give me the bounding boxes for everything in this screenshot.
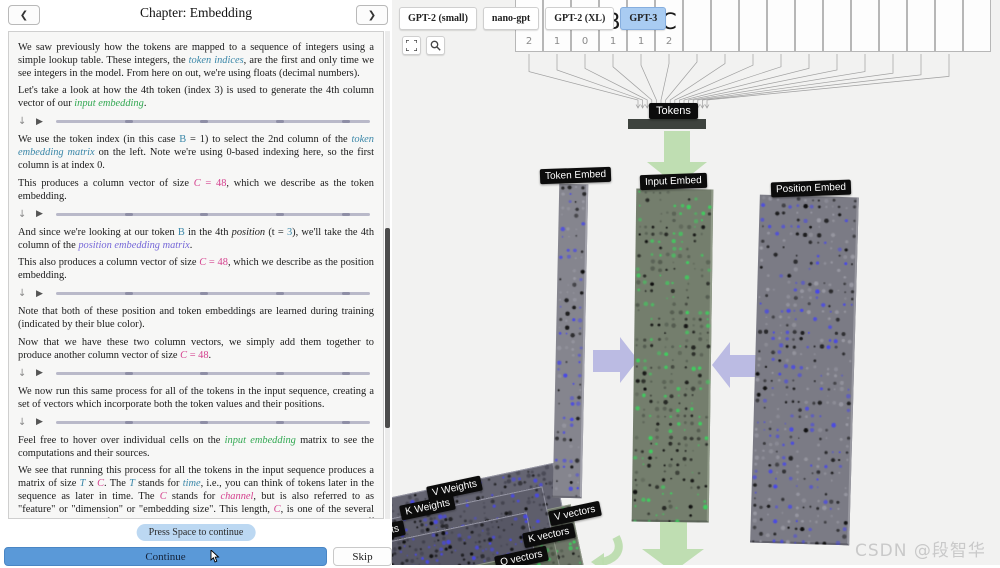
arrow-left-position-embed bbox=[712, 342, 757, 388]
panel-content: We saw previously how the tokens are map… bbox=[18, 41, 375, 519]
model-selector: GPT-2 (small) nano-gpt GPT-2 (XL) GPT-3 bbox=[399, 7, 667, 30]
paragraph: And since we're looking at our token B i… bbox=[18, 226, 375, 251]
animation-player: ↓ ▶ bbox=[18, 287, 374, 300]
animation-player: ↓ ▶ bbox=[18, 367, 374, 380]
position-embed-label: Position Embed bbox=[770, 179, 852, 198]
search-icon bbox=[430, 40, 441, 51]
play-icon[interactable]: ▶ bbox=[36, 209, 56, 219]
paragraph: We use the token index (in this case B =… bbox=[18, 134, 374, 171]
animation-player: ↓ ▶ bbox=[18, 208, 374, 221]
token-embed-label: Token Embed bbox=[539, 166, 612, 185]
fullscreen-button[interactable] bbox=[402, 36, 421, 55]
matrix-dots bbox=[631, 188, 714, 523]
paragraph: Note that both of these position and tok… bbox=[18, 306, 374, 330]
search-button[interactable] bbox=[426, 36, 445, 55]
position-embed-matrix[interactable] bbox=[750, 194, 859, 546]
continue-button[interactable]: Continue bbox=[4, 547, 327, 566]
chapter-text-panel[interactable]: We saw previously how the tokens are map… bbox=[8, 31, 384, 519]
paragraph: This produces a column vector of size C … bbox=[18, 177, 374, 202]
next-chapter-button[interactable]: ❯ bbox=[356, 5, 388, 25]
visualization-scene[interactable]: C2B1A0B1B1C2 Tokens Token Embed Input Em… bbox=[392, 0, 1000, 565]
token-flow-lines bbox=[528, 54, 950, 109]
expand-icon[interactable]: ↓ bbox=[18, 417, 36, 428]
paragraph: We see that running this process for all… bbox=[18, 465, 374, 518]
play-icon[interactable]: ▶ bbox=[36, 417, 56, 427]
arrow-right-token-embed bbox=[593, 337, 638, 383]
expand-icon[interactable]: ↓ bbox=[18, 209, 36, 220]
play-icon[interactable]: ▶ bbox=[36, 289, 56, 299]
expand-icon[interactable]: ↓ bbox=[18, 116, 36, 127]
play-icon[interactable]: ▶ bbox=[36, 117, 56, 127]
expand-icon[interactable]: ↓ bbox=[18, 368, 36, 379]
animation-player: ↓ ▶ bbox=[18, 416, 374, 429]
play-icon[interactable]: ▶ bbox=[36, 368, 56, 378]
input-embed-matrix[interactable] bbox=[631, 188, 714, 523]
page-title: Chapter: Embedding bbox=[139, 5, 253, 20]
fullscreen-icon bbox=[406, 40, 417, 51]
timeline-slider[interactable] bbox=[56, 212, 370, 216]
arrow-down-output bbox=[642, 517, 704, 565]
timeline-slider[interactable] bbox=[56, 292, 370, 295]
arrow-curved-green-head bbox=[591, 553, 604, 565]
model-button-nano-gpt[interactable]: nano-gpt bbox=[482, 7, 540, 30]
paragraph: Feel free to hover over individual cells… bbox=[18, 434, 374, 459]
paragraph: Let's take a look at how the 4th token (… bbox=[18, 85, 374, 109]
paragraph: This also produces a column vector of si… bbox=[18, 257, 374, 281]
paragraph: We saw previously how the tokens are map… bbox=[18, 41, 374, 79]
animation-player: ↓ ▶ bbox=[18, 115, 374, 128]
timeline-slider[interactable] bbox=[56, 420, 370, 424]
arrow-curved-green bbox=[600, 535, 623, 565]
expand-icon[interactable]: ↓ bbox=[18, 288, 36, 299]
chapter-panel: ❮ Chapter: Embedding ❯ We saw previously… bbox=[0, 0, 392, 568]
model-button-gpt-3[interactable]: GPT-3 bbox=[620, 7, 667, 30]
matrix-dots bbox=[750, 194, 859, 546]
scrollbar-thumb[interactable] bbox=[385, 228, 390, 428]
watermark: CSDN @段智华 bbox=[855, 541, 986, 561]
timeline-slider[interactable] bbox=[56, 120, 370, 123]
chapter-header: ❮ Chapter: Embedding ❯ bbox=[0, 0, 392, 29]
input-embed-label: Input Embed bbox=[639, 172, 707, 191]
paragraph: Now that we have these two column vector… bbox=[18, 336, 374, 361]
model-button-gpt-2-xl-[interactable]: GPT-2 (XL) bbox=[545, 7, 615, 30]
model-button-gpt-2-small-[interactable]: GPT-2 (small) bbox=[399, 7, 477, 30]
space-hint-badge: Press Space to continue bbox=[136, 524, 256, 541]
timeline-slider[interactable] bbox=[56, 371, 370, 375]
skip-button[interactable]: Skip bbox=[333, 547, 392, 566]
tokens-bar[interactable] bbox=[628, 119, 706, 129]
paragraph: We now run this same process for all of … bbox=[18, 385, 374, 410]
tokens-label: Tokens bbox=[649, 103, 698, 119]
mouse-cursor-icon bbox=[210, 548, 221, 568]
